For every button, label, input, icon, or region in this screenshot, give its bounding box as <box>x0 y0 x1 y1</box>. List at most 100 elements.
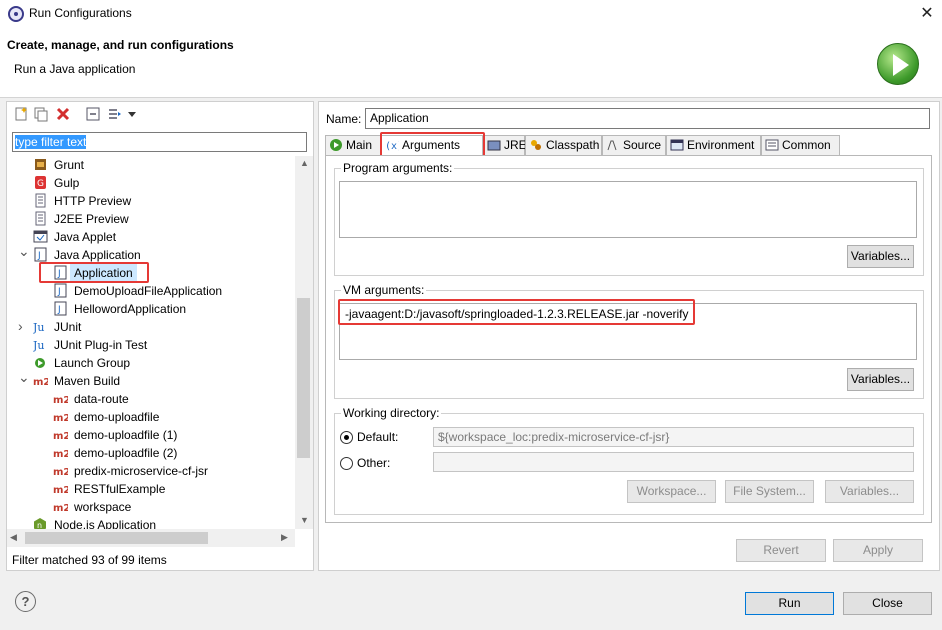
other-radio[interactable] <box>340 457 353 470</box>
tree-item-label: demo-uploadfile <box>74 410 160 424</box>
apply-button[interactable]: Apply <box>833 539 923 562</box>
delete-icon[interactable] <box>55 106 71 122</box>
scrollbar-thumb[interactable] <box>297 298 310 458</box>
other-directory-field[interactable] <box>433 452 914 472</box>
collapse-all-icon[interactable] <box>85 106 101 122</box>
svg-text:m2: m2 <box>53 413 68 424</box>
common-tab-icon <box>765 139 779 151</box>
svg-text:m2: m2 <box>33 377 48 388</box>
tree-item[interactable]: m2 demo-uploadfile (2) <box>7 444 295 462</box>
vm-variables-button[interactable]: Variables... <box>847 368 914 391</box>
maven-icon: m2 <box>33 377 48 388</box>
tab-jre[interactable]: JRE <box>483 135 527 155</box>
tree-item[interactable]: m2 data-route <box>7 390 295 408</box>
tree-item-label: Node.js Application <box>54 518 157 529</box>
tree-item[interactable]: m2 RESTfulExample <box>7 480 295 498</box>
highlight-vm-arguments <box>338 299 695 325</box>
tree-item[interactable]: Java Applet <box>7 228 295 246</box>
grunt-icon <box>35 159 46 170</box>
java-class-icon: J <box>54 283 67 298</box>
tree-item[interactable]: J HellowordApplication <box>7 300 295 318</box>
tab-common[interactable]: Common <box>761 135 840 155</box>
svg-text:J: J <box>57 305 61 315</box>
svg-text:m2: m2 <box>53 503 68 514</box>
tree-item-label: JUnit <box>54 320 82 334</box>
chevron-right-icon[interactable]: › <box>18 317 28 335</box>
highlight-arguments-tab <box>380 132 485 157</box>
vm-arguments-label: VM arguments: <box>341 283 427 297</box>
tree-item[interactable]: G Gulp <box>7 174 295 192</box>
maven-icon: m2 <box>53 413 68 424</box>
chevron-down-icon[interactable]: ⌄ <box>18 368 30 386</box>
junit-plugin-icon: Ju <box>33 339 45 352</box>
help-icon[interactable]: ? <box>15 591 36 612</box>
chevron-down-icon[interactable] <box>127 106 137 122</box>
http-preview-icon <box>35 193 46 208</box>
tree-item[interactable]: J DemoUploadFileApplication <box>7 282 295 300</box>
banner-title: Create, manage, and run configurations <box>7 38 234 52</box>
filter-icon[interactable] <box>107 106 123 122</box>
maven-icon: m2 <box>53 503 68 514</box>
tree-item[interactable]: Launch Group <box>7 354 295 372</box>
tree-item-label: J2EE Preview <box>54 212 129 226</box>
program-variables-button[interactable]: Variables... <box>847 245 914 268</box>
maven-icon: m2 <box>53 431 68 442</box>
tree-item[interactable]: J2EE Preview <box>7 210 295 228</box>
svg-text:m2: m2 <box>53 467 68 478</box>
close-icon[interactable]: ✕ <box>917 3 937 23</box>
duplicate-icon[interactable] <box>33 106 49 122</box>
filter-input[interactable]: type filter text <box>12 132 307 152</box>
run-icon <box>877 43 919 85</box>
close-button[interactable]: Close <box>843 592 932 615</box>
classpath-tab-icon <box>531 140 541 150</box>
program-arguments-group: Program arguments: Variables... <box>334 161 924 276</box>
tree-item[interactable]: Grunt <box>7 156 295 174</box>
eclipse-run-icon <box>8 6 24 22</box>
svg-text:Ju: Ju <box>33 339 45 352</box>
workspace-button[interactable]: Workspace... <box>627 480 716 503</box>
tree-item[interactable]: m2 demo-uploadfile <box>7 408 295 426</box>
tab-classpath[interactable]: Classpath <box>525 135 602 155</box>
working-directory-group: Working directory: Default: ${workspace_… <box>334 406 924 515</box>
default-directory-field: ${workspace_loc:predix-microservice-cf-j… <box>433 427 914 447</box>
svg-text:Ju: Ju <box>33 321 45 334</box>
jre-tab-icon <box>487 140 501 151</box>
default-radio[interactable] <box>340 431 353 444</box>
tree-vertical-scrollbar[interactable]: ▲ ▼ <box>295 156 313 529</box>
program-arguments-textarea[interactable] <box>339 181 917 238</box>
tree-item[interactable]: ⌄ m2 Maven Build <box>7 369 295 390</box>
run-button[interactable]: Run <box>745 592 834 615</box>
new-configuration-icon[interactable] <box>13 106 29 122</box>
working-dir-variables-button[interactable]: Variables... <box>825 480 914 503</box>
tree-item[interactable]: m2 demo-uploadfile (1) <box>7 426 295 444</box>
tree-item[interactable]: › Ju JUnit <box>7 318 295 336</box>
other-label: Other: <box>357 456 391 470</box>
name-input[interactable]: Application <box>365 108 930 129</box>
j2ee-preview-icon <box>35 211 46 226</box>
file-system-button[interactable]: File System... <box>725 480 814 503</box>
default-label: Default: <box>357 430 399 444</box>
revert-button[interactable]: Revert <box>736 539 826 562</box>
maven-icon: m2 <box>53 395 68 406</box>
tree-item[interactable]: m2 predix-microservice-cf-jsr <box>7 462 295 480</box>
tree-item[interactable]: m2 workspace <box>7 498 295 516</box>
chevron-down-icon[interactable]: ⌄ <box>18 242 30 260</box>
tree-item-label: demo-uploadfile (1) <box>74 428 178 442</box>
tab-main[interactable]: Main <box>325 135 381 155</box>
tree-item[interactable]: HTTP Preview <box>7 192 295 210</box>
configuration-tree: Grunt G Gulp HTTP Preview J2EE Preview Java A… <box>7 156 295 529</box>
tree-horizontal-scrollbar[interactable]: ◀ ▶ <box>7 529 295 547</box>
scrollbar-thumb[interactable] <box>25 532 208 544</box>
tab-environment[interactable]: Environment <box>666 135 761 155</box>
tree-item-label: data-route <box>74 392 129 406</box>
tree-item-label: RESTfulExample <box>74 482 166 496</box>
tab-source[interactable]: Source <box>602 135 666 155</box>
tree-item-label: predix-microservice-cf-jsr <box>74 464 209 478</box>
tree-item[interactable]: Ju JUnit Plug-in Test <box>7 336 295 354</box>
tree-item[interactable]: n Node.js Application <box>7 516 295 529</box>
nodejs-icon: n <box>34 518 46 529</box>
tree-item-label: HellowordApplication <box>74 302 187 316</box>
svg-text:m2: m2 <box>53 431 68 442</box>
maven-icon: m2 <box>53 449 68 460</box>
title-bar: Run Configurations ✕ <box>0 0 942 28</box>
